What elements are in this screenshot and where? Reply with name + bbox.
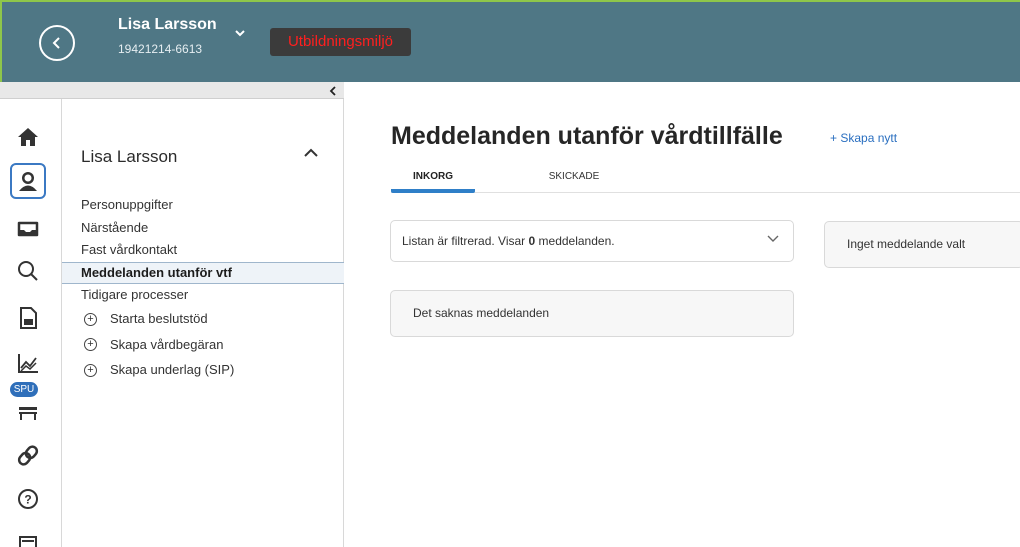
svg-text:?: ? — [24, 493, 31, 507]
menu-item-narstaende[interactable]: Närstående — [62, 217, 344, 240]
message-tabs: INKORG SKICKADE — [391, 168, 1020, 193]
chevron-left-icon — [329, 86, 336, 96]
patient-menu: Personuppgifter Närstående Fast vårdkont… — [62, 194, 344, 383]
main-content: Meddelanden utanför vårdtillfälle + Skap… — [344, 82, 1020, 547]
document-icon[interactable] — [10, 300, 46, 336]
action-skapa-vardbegaran[interactable]: + Skapa vårdbegäran — [62, 332, 344, 358]
page-title: Meddelanden utanför vårdtillfälle — [391, 122, 783, 150]
action-label: Skapa vårdbegäran — [110, 336, 224, 352]
chevron-left-icon — [52, 37, 60, 49]
action-skapa-underlag[interactable]: + Skapa underlag (SIP) — [62, 358, 344, 384]
top-bar: Lisa Larsson 19421214-6613 Utbildningsmi… — [0, 0, 1020, 82]
back-button[interactable] — [39, 25, 75, 61]
chart-icon[interactable] — [10, 345, 46, 381]
panel-title: Lisa Larsson — [81, 147, 178, 166]
plus-circle-icon: + — [84, 338, 97, 352]
patient-icon[interactable] — [10, 163, 46, 199]
bed-icon[interactable] — [10, 395, 46, 431]
menu-item-meddelanden[interactable]: Meddelanden utanför vtf — [62, 261, 344, 284]
tab-skickade[interactable]: SKICKADE — [539, 168, 609, 193]
help-icon[interactable]: ? — [10, 481, 46, 517]
filter-prefix: Listan är filtrerad. Visar — [402, 234, 529, 248]
icon-rail: SPU ? — [0, 99, 62, 547]
inbox-tray-icon[interactable] — [10, 211, 46, 247]
menu-item-fast-vardkontakt[interactable]: Fast vårdkontakt — [62, 239, 344, 262]
filter-dropdown[interactable]: Listan är filtrerad. Visar 0 meddelanden… — [390, 220, 794, 262]
patient-name[interactable]: Lisa Larsson — [118, 16, 217, 34]
message-detail-placeholder: Inget meddelande valt — [824, 221, 1020, 268]
environment-badge: Utbildningsmiljö — [270, 28, 411, 56]
sidebar-collapse-bar — [0, 82, 344, 99]
action-label: Skapa underlag (SIP) — [110, 362, 235, 377]
patient-panel: Lisa Larsson Personuppgifter Närstående … — [62, 99, 344, 547]
patient-id: 19421214-6613 — [118, 42, 203, 56]
plus-circle-icon: + — [84, 312, 97, 326]
create-new-link[interactable]: + Skapa nytt — [830, 131, 897, 145]
collapse-panel-button[interactable] — [303, 145, 319, 163]
menu-item-personuppgifter[interactable]: Personuppgifter — [62, 194, 344, 217]
link-icon[interactable] — [10, 437, 46, 473]
tab-inkorg[interactable]: INKORG — [391, 168, 475, 193]
filter-suffix: meddelanden. — [535, 234, 615, 248]
action-starta-beslutstod[interactable]: + Starta beslutstöd — [62, 307, 344, 333]
chevron-down-icon — [767, 235, 779, 242]
chevron-up-icon — [304, 148, 318, 157]
screen-icon[interactable] — [10, 525, 46, 547]
patient-menu-chevron-icon[interactable] — [235, 24, 245, 42]
home-icon[interactable] — [10, 119, 46, 155]
menu-item-tidigare-processer[interactable]: Tidigare processer — [62, 284, 344, 307]
action-label: Starta beslutstöd — [110, 311, 208, 326]
plus-circle-icon: + — [84, 363, 97, 377]
empty-message-box: Det saknas meddelanden — [390, 290, 794, 337]
search-icon[interactable] — [10, 253, 46, 289]
